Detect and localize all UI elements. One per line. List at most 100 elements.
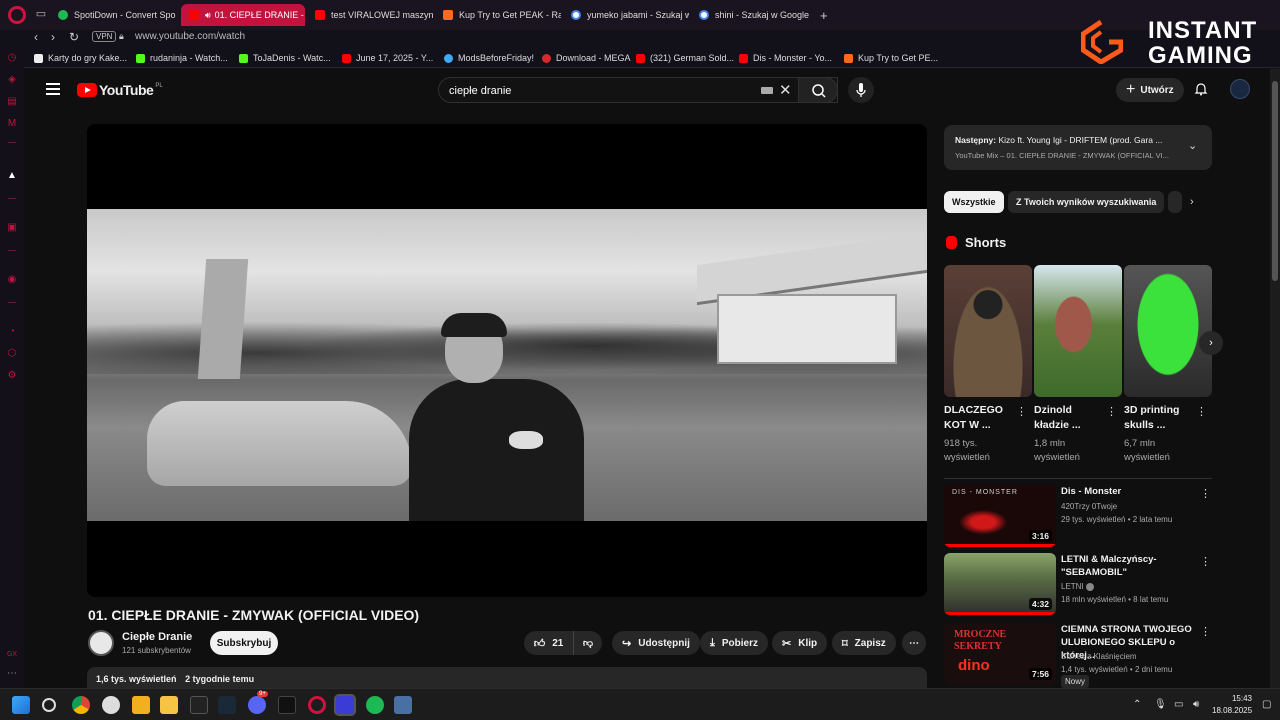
system-clock[interactable]: 15:43 18.08.2025 bbox=[1212, 693, 1252, 717]
account-avatar[interactable] bbox=[1230, 79, 1250, 99]
discord-icon[interactable]: 9+ bbox=[248, 691, 268, 714]
notifications-icon[interactable]: ▢ bbox=[1262, 699, 1271, 710]
chevron-right-icon[interactable]: › bbox=[1190, 196, 1194, 208]
bookmark-item[interactable]: Download - MEGA bbox=[542, 53, 631, 63]
bookmark-item[interactable]: ModsBeforeFriday! bbox=[444, 53, 534, 63]
terminal-icon[interactable] bbox=[278, 696, 296, 714]
game-app-icon[interactable] bbox=[190, 696, 208, 714]
voice-search-button[interactable] bbox=[848, 77, 874, 103]
page-scrollbar[interactable] bbox=[1270, 69, 1280, 688]
video-player[interactable] bbox=[87, 124, 927, 597]
channel-avatar[interactable] bbox=[88, 630, 114, 656]
gamepad-icon[interactable]: ▭ bbox=[34, 8, 48, 20]
player-icon[interactable]: ◉ bbox=[6, 274, 18, 286]
vpn-badge[interactable]: VPN bbox=[92, 31, 117, 42]
bookmark-item[interactable]: Karty do gry Kake... bbox=[34, 53, 127, 63]
shorts-next-button[interactable]: › bbox=[1199, 331, 1223, 355]
chip-more[interactable] bbox=[1168, 191, 1182, 213]
search-taskbar-icon[interactable] bbox=[42, 698, 56, 712]
more-actions-button[interactable]: ⋯ bbox=[902, 631, 926, 655]
clip-button[interactable]: ✂︎ Klip bbox=[772, 631, 828, 655]
short-item[interactable]: 3D printing skulls ... 6,7 mln wyświetleń … bbox=[1124, 265, 1212, 465]
kebab-menu-icon[interactable]: ⋮ bbox=[1106, 405, 1117, 418]
tray-expand-icon[interactable]: ⌃ bbox=[1133, 699, 1141, 710]
subscribe-button[interactable]: Subskrybuj bbox=[210, 631, 278, 655]
bookmark-item[interactable]: (321) German Sold... bbox=[636, 53, 734, 63]
kebab-menu-icon[interactable]: ⋮ bbox=[1016, 405, 1027, 418]
download-button[interactable]: ⤓ Pobierz bbox=[700, 631, 768, 655]
opera-gx-icon[interactable] bbox=[8, 6, 26, 24]
recommendation-item[interactable]: DIS - MONSTER 3:16 Dis - Monster 420Trzy… bbox=[944, 485, 1212, 549]
microphone-tray-icon[interactable]: 🎙︎ bbox=[1154, 699, 1167, 710]
tab-instant-gaming[interactable]: Kup Try to Get PEAK - Ra bbox=[435, 4, 561, 26]
url-field[interactable]: www.youtube.com/watch bbox=[135, 31, 245, 42]
back-icon[interactable]: ‹ bbox=[34, 30, 38, 44]
tab-viralowej[interactable]: test VIRALOWEJ maszyny bbox=[307, 4, 433, 26]
m-icon[interactable]: M bbox=[6, 118, 18, 130]
keyboard-icon[interactable] bbox=[761, 87, 773, 94]
tab-spotidown[interactable]: SpotiDown - Convert Spo bbox=[50, 4, 178, 26]
bookmark-item[interactable]: June 17, 2025 - Y... bbox=[342, 53, 433, 63]
bookmark-item[interactable]: Dis - Monster - Yo... bbox=[739, 53, 832, 63]
short-item[interactable]: Dzinold kładzie ... 1,8 mln wyświetleń ⋮ bbox=[1034, 265, 1122, 465]
chip-from-search[interactable]: Z Twoich wyników wyszukiwania bbox=[1008, 191, 1165, 213]
history-icon[interactable]: ◔ bbox=[6, 326, 18, 338]
tab-shini[interactable]: shini - Szukaj w Google bbox=[691, 4, 817, 26]
settings-icon[interactable]: ⚙︎ bbox=[6, 370, 18, 382]
tab-label: yumeko jabami - Szukaj w bbox=[587, 10, 689, 20]
chrome-icon[interactable] bbox=[72, 696, 90, 714]
bookmark-item[interactable]: rudaninja - Watch... bbox=[136, 53, 228, 63]
description-box[interactable]: 1,6 tys. wyświetleń 2 tygodnie temu bbox=[87, 667, 927, 688]
lock-icon[interactable]: 🔒︎ bbox=[119, 31, 124, 42]
twitch-icon[interactable]: ▣ bbox=[6, 222, 18, 234]
save-button[interactable]: ⌑ Zapisz bbox=[832, 631, 896, 655]
volume-icon[interactable]: 🔊︎ bbox=[1193, 699, 1199, 710]
bookmark-item[interactable]: ToJaDenis - Watc... bbox=[239, 53, 331, 63]
messenger-icon[interactable]: ▤ bbox=[6, 96, 18, 108]
bookmark-item[interactable]: Kup Try to Get PE... bbox=[844, 53, 938, 63]
ai-icon[interactable]: ◈ bbox=[6, 74, 18, 86]
opera-gx-taskbar-icon[interactable] bbox=[308, 696, 326, 714]
youtube-logo[interactable]: YouTube PL bbox=[77, 82, 163, 98]
kebab-menu-icon[interactable]: ⋮ bbox=[1196, 405, 1207, 418]
reload-icon[interactable]: ↻ bbox=[69, 30, 79, 44]
search-input[interactable] bbox=[449, 83, 749, 99]
forward-icon[interactable]: › bbox=[51, 30, 55, 44]
steam-icon[interactable] bbox=[218, 696, 236, 714]
extensions-icon[interactable]: ⬡ bbox=[6, 348, 18, 360]
scrollbar-thumb[interactable] bbox=[1272, 81, 1278, 281]
menu-icon[interactable] bbox=[46, 83, 60, 95]
short-item[interactable]: DLACZEGO KOT W ... 918 tys. wyświetleń ⋮ bbox=[944, 265, 1032, 465]
start-icon[interactable] bbox=[12, 696, 30, 714]
channel-name[interactable]: Ciepłe Dranie bbox=[122, 631, 192, 643]
thumbnail-text: dino bbox=[958, 657, 990, 674]
kebab-menu-icon[interactable]: ⋮ bbox=[1200, 487, 1211, 500]
search-button[interactable] bbox=[798, 77, 838, 103]
share-button[interactable]: ↪ Udostępnij bbox=[612, 631, 700, 655]
network-icon[interactable]: ▭ bbox=[1174, 699, 1183, 710]
create-button[interactable]: + Utwórz bbox=[1116, 78, 1184, 102]
music-app-icon[interactable] bbox=[394, 696, 412, 714]
kebab-menu-icon[interactable]: ⋮ bbox=[1200, 555, 1211, 568]
more-icon[interactable]: ⋯ bbox=[6, 668, 18, 680]
like-button[interactable]: 👍︎ 21 bbox=[524, 631, 574, 655]
recommendation-item[interactable]: MROCZNE SEKRETY dino 7:56 CIEMNA STRONA … bbox=[944, 623, 1212, 688]
tab-yumeko[interactable]: yumeko jabami - Szukaj w bbox=[563, 4, 689, 26]
dislike-button[interactable]: 👎︎ bbox=[574, 637, 602, 649]
tab-youtube-active[interactable]: 🔊︎ 01. CIEPŁE DRANIE - bbox=[181, 4, 305, 26]
new-tab-button[interactable]: + bbox=[820, 8, 828, 23]
delta-icon[interactable]: ▲ bbox=[6, 170, 18, 182]
clear-search-icon[interactable]: ✕ bbox=[779, 81, 792, 99]
obs-icon[interactable] bbox=[102, 696, 120, 714]
file-explorer-icon[interactable] bbox=[160, 696, 178, 714]
chip-all[interactable]: Wszystkie bbox=[944, 191, 1004, 213]
active-app-icon[interactable] bbox=[334, 694, 356, 716]
chevron-down-icon[interactable]: ⌄ bbox=[1188, 139, 1197, 152]
spotify-taskbar-icon[interactable] bbox=[366, 696, 384, 714]
rockstar-icon[interactable] bbox=[132, 696, 150, 714]
recommendation-item[interactable]: 4:32 LETNI & Malczyńscy- "SEBAMOBIL" LET… bbox=[944, 553, 1212, 617]
notifications-bell-icon[interactable] bbox=[1194, 82, 1208, 96]
kebab-menu-icon[interactable]: ⋮ bbox=[1200, 625, 1211, 638]
up-next-panel[interactable]: Następny: Kizo ft. Young Igi - DRIFTEM (… bbox=[944, 125, 1212, 170]
speed-dial-icon[interactable]: ◷ bbox=[6, 52, 18, 64]
